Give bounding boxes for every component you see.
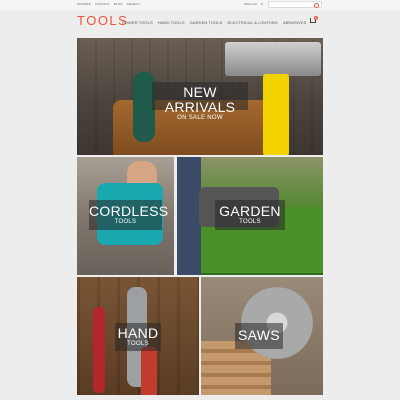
search-icon[interactable] <box>314 3 319 8</box>
hammer-head-image <box>225 42 321 76</box>
banner-title: SAWS <box>238 327 280 343</box>
pliers-image <box>93 307 105 393</box>
site-header: TOOLS POWER TOOLS HAND TOOLS GARDEN TOOL… <box>0 10 400 36</box>
banner-subtitle: TOOLS <box>239 219 261 225</box>
search-link[interactable]: SEARCH <box>127 2 140 6</box>
banner-new-arrivals[interactable]: NEW ARRIVALS ON SALE NOW <box>77 38 323 155</box>
contact-link[interactable]: CONTACT <box>95 2 110 6</box>
banner-garden-tools[interactable]: GARDEN TOOLS <box>177 157 323 275</box>
locale-selectors: ENGLISH $ <box>244 2 263 6</box>
banner-label: CORDLESS TOOLS <box>89 200 169 230</box>
nav-garden-tools[interactable]: GARDEN TOOLS <box>190 20 223 25</box>
utility-bar: SITEMAP CONTACT BLOG SEARCH ENGLISH $ <box>0 0 400 17</box>
cart-count-badge: 0 <box>314 16 318 20</box>
hammer-handle-image <box>263 74 289 155</box>
nav-power-tools[interactable]: POWER TOOLS <box>122 20 153 25</box>
main-nav: POWER TOOLS HAND TOOLS GARDEN TOOLS ELEC… <box>122 20 306 25</box>
banner-subtitle: ON SALE NOW <box>177 115 223 121</box>
banner-subtitle: TOOLS <box>114 219 137 225</box>
banner-label: HAND TOOLS <box>115 323 161 351</box>
tool-handle-image <box>141 347 157 395</box>
banner-cordless-tools[interactable]: CORDLESS TOOLS <box>77 157 174 275</box>
banner-label: NEW ARRIVALS ON SALE NOW <box>152 82 248 121</box>
banner-title: NEW ARRIVALS <box>164 84 236 115</box>
banner-title: CORDLESS <box>89 203 169 219</box>
banner-subtitle: TOOLS <box>127 341 149 347</box>
banner-label: SAWS <box>235 323 283 349</box>
nav-hand-tools[interactable]: HAND TOOLS <box>158 20 185 25</box>
banner-hand-tools[interactable]: HAND TOOLS <box>77 277 199 395</box>
page: SITEMAP CONTACT BLOG SEARCH ENGLISH $ TO… <box>0 0 400 400</box>
search-box <box>268 1 322 17</box>
banner-title: HAND <box>117 325 159 341</box>
utility-links: SITEMAP CONTACT BLOG SEARCH <box>77 2 140 6</box>
nav-electrical-lighting[interactable]: ELECTRICAL & LIGHTING <box>227 20 277 25</box>
sitemap-link[interactable]: SITEMAP <box>77 2 91 6</box>
banner-title: GARDEN <box>219 203 281 219</box>
currency-selector[interactable]: $ <box>261 2 263 6</box>
banner-label: GARDEN TOOLS <box>215 200 285 230</box>
language-selector[interactable]: ENGLISH <box>244 2 257 6</box>
blog-link[interactable]: BLOG <box>114 2 123 6</box>
nav-abrasives[interactable]: ABRASIVES <box>283 20 307 25</box>
person-image <box>177 157 201 275</box>
site-logo[interactable]: TOOLS <box>77 13 128 28</box>
banner-saws[interactable]: SAWS <box>201 277 323 395</box>
